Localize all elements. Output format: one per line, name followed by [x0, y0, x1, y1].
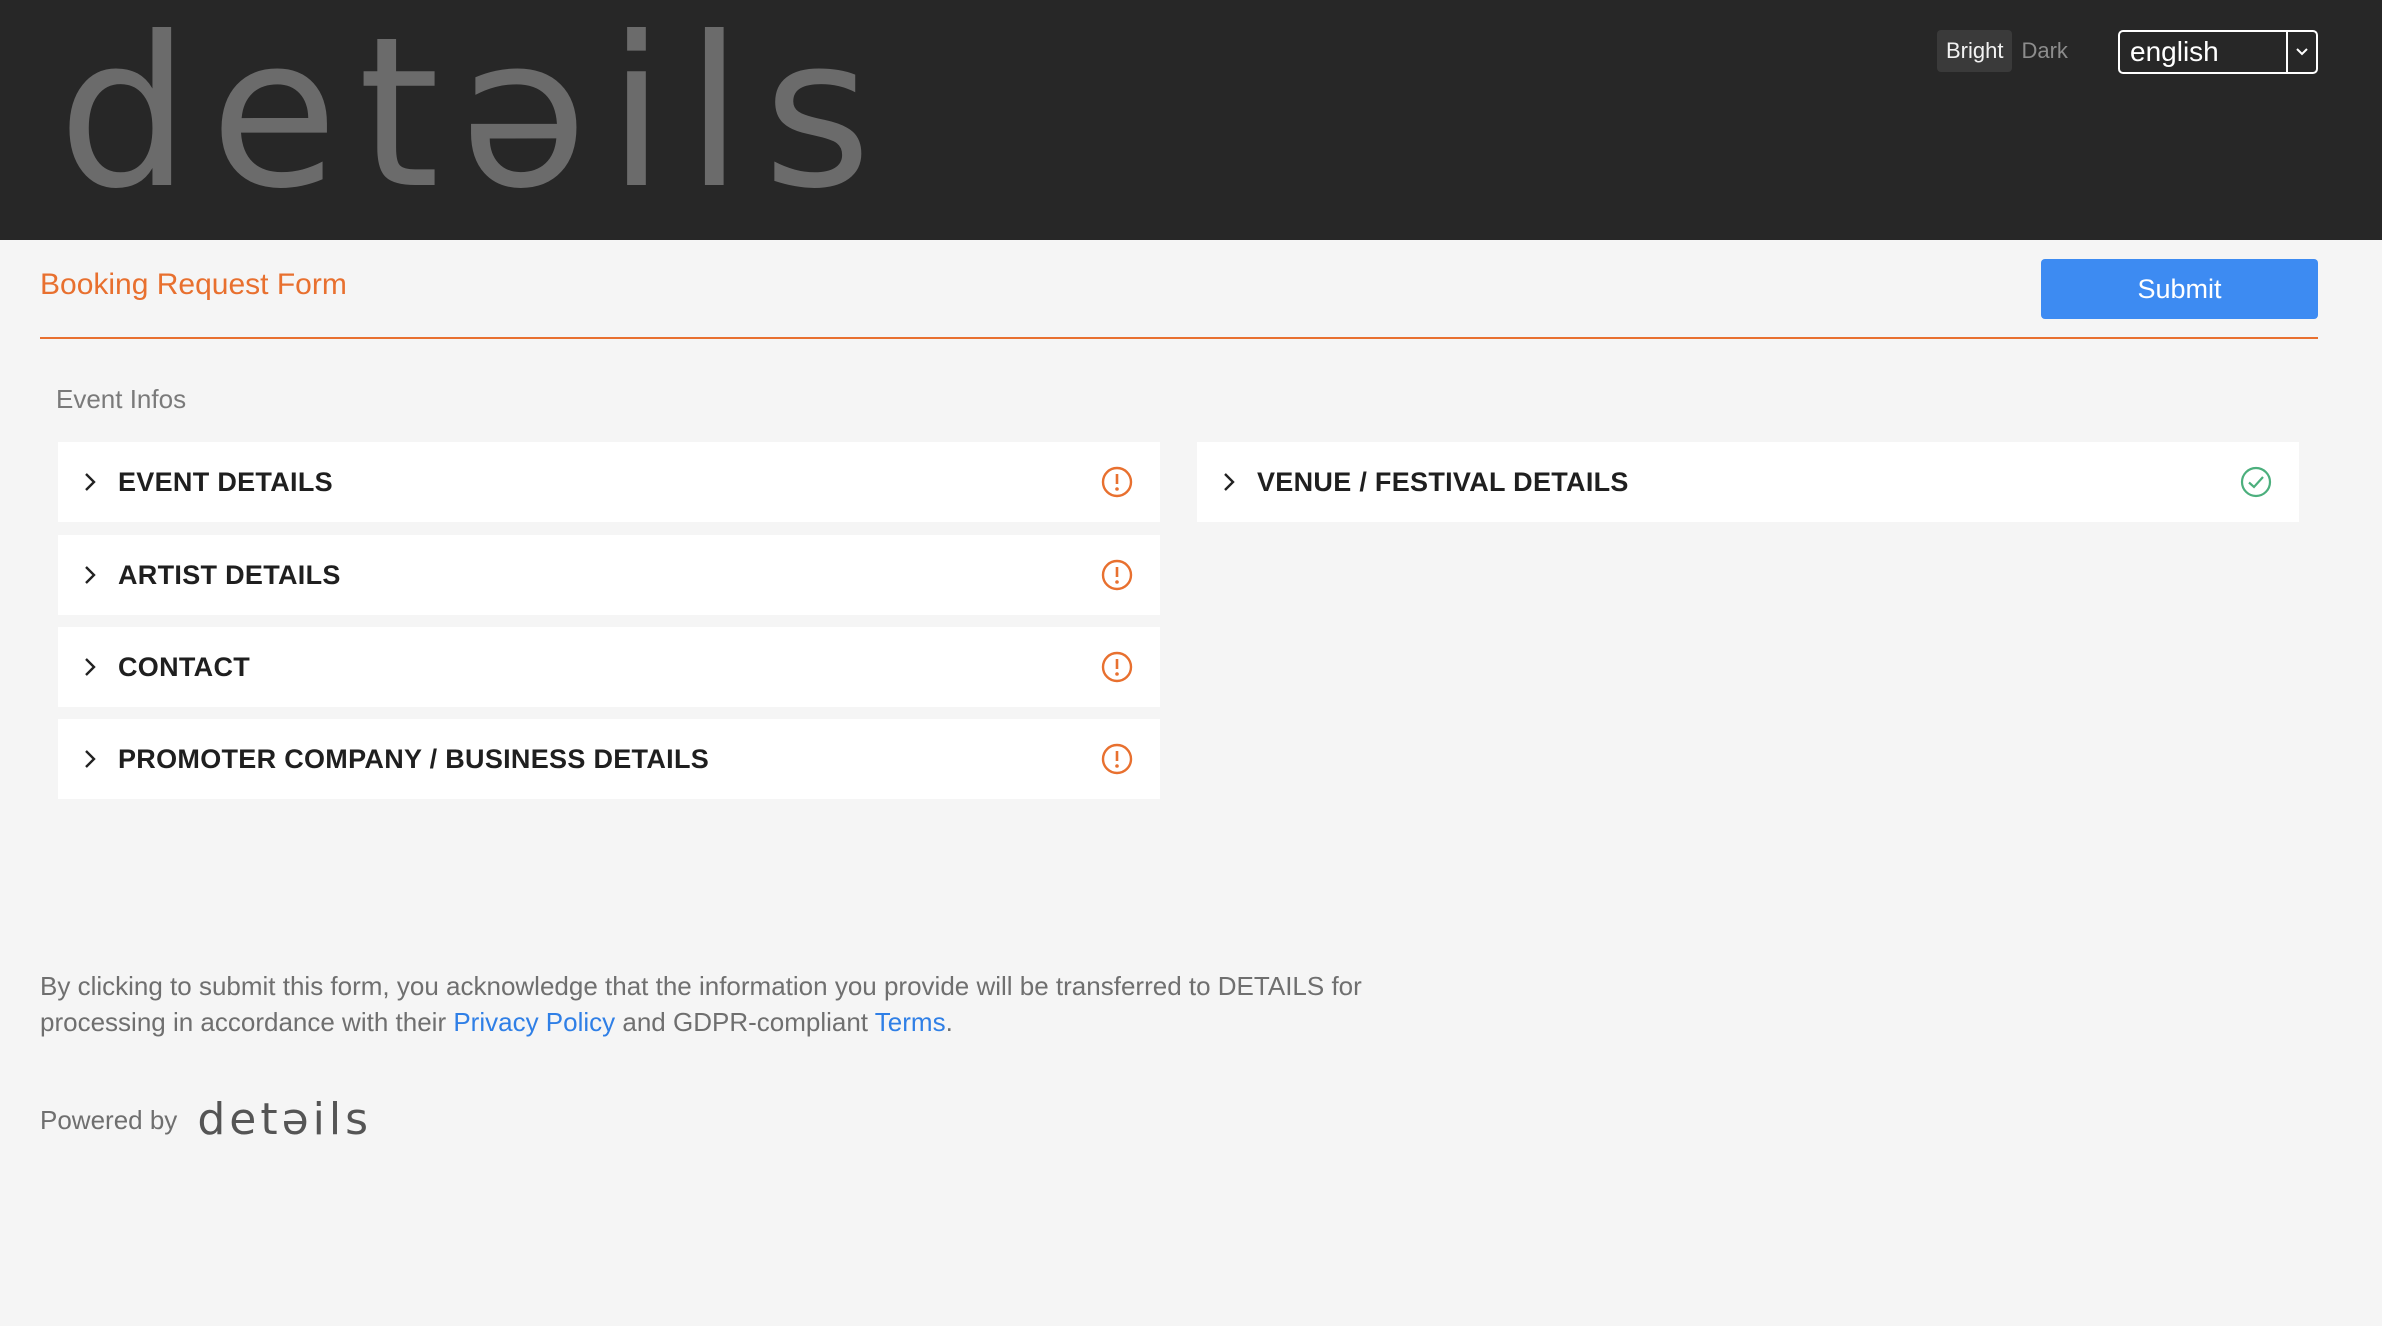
warning-icon — [1100, 742, 1134, 776]
top-bar: detəils Bright Dark english — [0, 0, 2382, 240]
accordion-contact[interactable]: CONTACT — [58, 627, 1160, 707]
chevron-right-icon — [80, 657, 100, 677]
warning-icon — [1100, 650, 1134, 684]
check-circle-icon — [2239, 465, 2273, 499]
powered-by-label: Powered by — [40, 1104, 178, 1135]
accordion-label: VENUE / FESTIVAL DETAILS — [1257, 466, 1629, 497]
details-small-logo[interactable]: detəils — [197, 1098, 372, 1142]
accordion-label: CONTACT — [118, 651, 251, 682]
accordion-label: ARTIST DETAILS — [118, 559, 341, 590]
language-select[interactable]: english — [2118, 30, 2318, 74]
chevron-right-icon — [1219, 472, 1239, 492]
terms-link[interactable]: Terms — [875, 1007, 946, 1037]
theme-bright-button[interactable]: Bright — [1937, 30, 2013, 72]
warning-icon — [1100, 558, 1134, 592]
accordion-label: PROMOTER COMPANY / BUSINESS DETAILS — [118, 743, 710, 774]
accordion-promoter-company[interactable]: PROMOTER COMPANY / BUSINESS DETAILS — [58, 719, 1160, 799]
section-label-event-infos: Event Infos — [56, 384, 187, 414]
chevron-down-icon — [2286, 32, 2316, 72]
consent-text-part2: and GDPR-compliant — [615, 1007, 875, 1037]
powered-by: Powered by detəils — [40, 1098, 372, 1142]
consent-text: By clicking to submit this form, you ack… — [40, 968, 1440, 1040]
submit-button[interactable]: Submit — [2041, 259, 2318, 319]
theme-dark-button[interactable]: Dark — [2012, 30, 2076, 72]
warning-icon — [1100, 465, 1134, 499]
chevron-right-icon — [80, 472, 100, 492]
page-title: Booking Request Form — [40, 268, 347, 301]
title-divider — [40, 337, 2318, 339]
accordion-artist-details[interactable]: ARTIST DETAILS — [58, 535, 1160, 615]
accordion-venue-festival-details[interactable]: VENUE / FESTIVAL DETAILS — [1197, 442, 2299, 522]
consent-text-part3: . — [945, 1007, 953, 1037]
privacy-policy-link[interactable]: Privacy Policy — [453, 1007, 615, 1037]
accordion-event-details[interactable]: EVENT DETAILS — [58, 442, 1160, 522]
theme-toggle: Bright Dark — [1937, 30, 2077, 72]
language-selected-value: english — [2130, 36, 2219, 67]
chevron-right-icon — [80, 749, 100, 769]
accordion-label: EVENT DETAILS — [118, 466, 333, 497]
details-logo: detəils — [58, 0, 892, 235]
chevron-right-icon — [80, 565, 100, 585]
